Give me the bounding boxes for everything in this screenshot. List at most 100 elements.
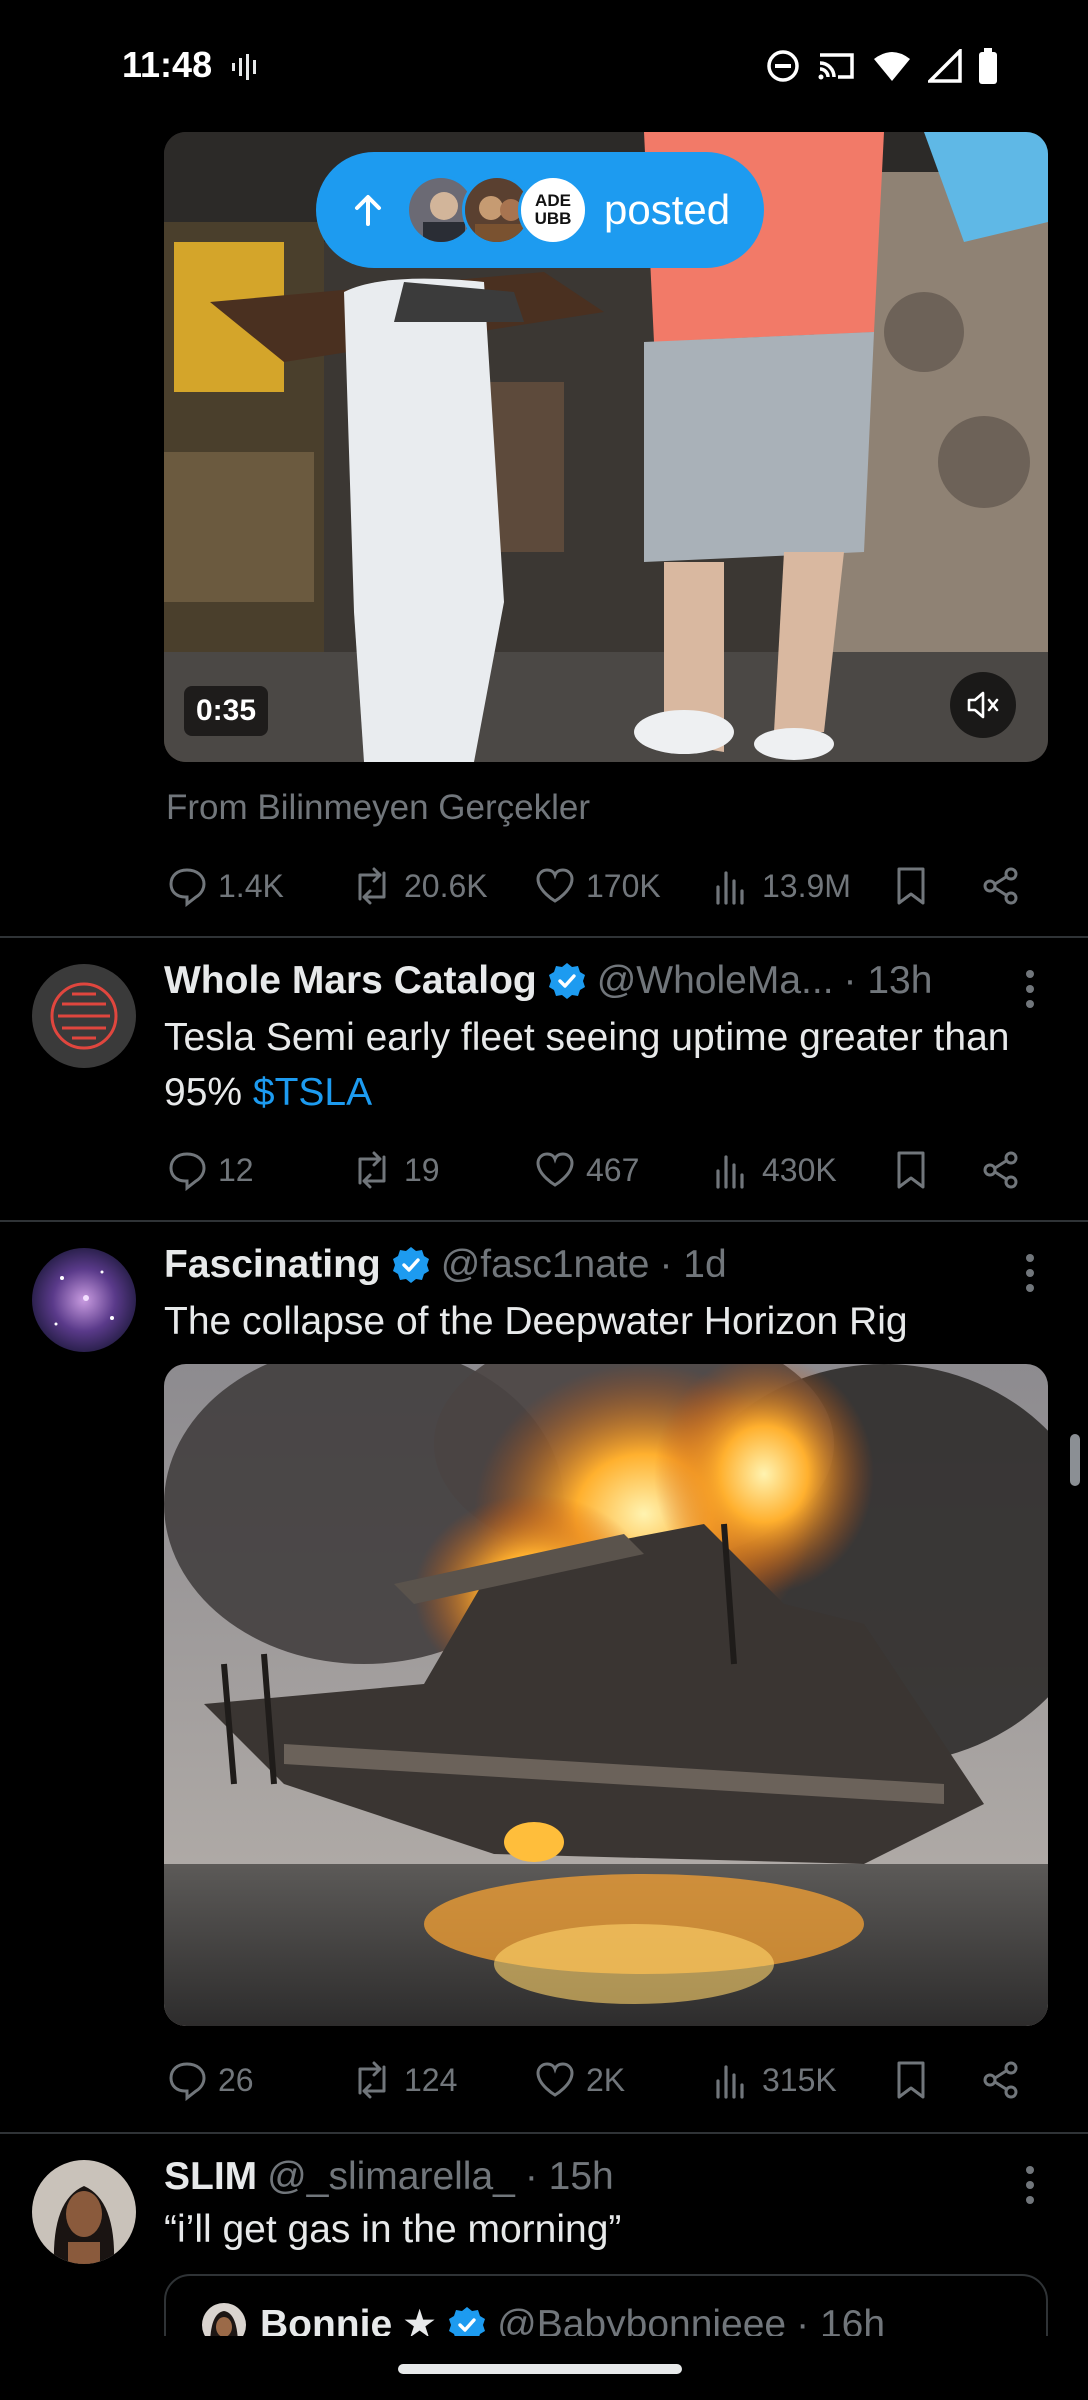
share-icon [983, 2061, 1018, 2099]
share-button[interactable] [980, 1140, 1022, 1200]
tweet-header: SLIM @_slimarella_ · 15h [164, 2152, 614, 2202]
author-name[interactable]: SLIM [164, 2155, 257, 2199]
like-button[interactable]: 467 [534, 1140, 639, 1200]
repost-button[interactable]: 20.6K [350, 856, 488, 916]
more-options-button[interactable] [1024, 1254, 1036, 1292]
tweet-time: · 13h [843, 959, 933, 1002]
views-button[interactable]: 315K [712, 2050, 837, 2110]
verified-badge-icon [548, 963, 585, 999]
arrow-up-icon [355, 195, 381, 226]
bookmark-button[interactable] [892, 1140, 930, 1200]
video-source[interactable]: From Bilinmeyen Gerçekler [166, 788, 590, 828]
views-icon [716, 2065, 744, 2099]
tweet-actions: 26 124 2K 315K [0, 2050, 1088, 2110]
repost-icon [358, 1151, 386, 1189]
repost-count: 20.6K [404, 867, 488, 904]
like-count: 2K [586, 2061, 626, 2098]
volume-muted-icon [967, 691, 999, 719]
avatar[interactable] [32, 964, 136, 1068]
verified-badge-icon [392, 1247, 429, 1283]
reply-icon [169, 2062, 206, 2101]
views-button[interactable]: 430K [712, 1140, 837, 1200]
tweet-header: Whole Mars Catalog @WholeMa... · 13h [164, 956, 932, 1006]
more-dot [1026, 2166, 1034, 2174]
more-dot [1026, 1284, 1034, 1292]
like-button[interactable]: 170K [534, 856, 661, 916]
status-time: 11:48 [122, 44, 213, 85]
status-icons [766, 48, 998, 84]
posted-label: posted [604, 186, 731, 233]
deepwater-horizon-photo [164, 1364, 1048, 2026]
bookmark-icon [897, 867, 925, 905]
like-button[interactable]: 2K [534, 2050, 625, 2110]
divider [0, 936, 1088, 938]
cashtag-link[interactable]: $TSLA [253, 1071, 372, 1114]
status-bar: 11:48 [0, 0, 1088, 130]
tweet-text: Tesla Semi early fleet seeing uptime gre… [164, 1010, 1044, 1120]
author-handle[interactable]: @fasc1nate [441, 1243, 650, 1287]
bookmark-button[interactable] [892, 856, 930, 916]
repost-button[interactable]: 124 [350, 2050, 457, 2110]
like-count: 467 [586, 1151, 640, 1188]
more-options-button[interactable] [1024, 970, 1036, 1008]
reply-button[interactable]: 12 [166, 1140, 254, 1200]
scrollbar-thumb[interactable] [1070, 1434, 1080, 1486]
reply-icon [169, 1152, 206, 1191]
repost-icon [358, 2061, 386, 2099]
reply-button[interactable]: 1.4K [166, 856, 284, 916]
more-dot [1026, 1269, 1034, 1277]
views-icon [716, 871, 744, 905]
tweet-text: “i’ll get gas in the morning” [164, 2208, 622, 2251]
more-dot [1026, 985, 1034, 993]
new-posts-pill[interactable]: ADE UBB posted [316, 152, 764, 268]
do-not-disturb-icon [767, 50, 799, 82]
divider [0, 1220, 1088, 1222]
pill-avatar-logo: ADE UBB [534, 191, 572, 228]
divider [0, 2132, 1088, 2134]
author-name[interactable]: Fascinating [164, 1243, 381, 1287]
pill-avatar: ADE UBB [518, 175, 588, 245]
mute-button[interactable] [950, 672, 1016, 738]
views-icon [716, 1155, 744, 1189]
reply-count: 12 [218, 1151, 254, 1188]
repost-icon [358, 867, 386, 905]
bookmark-button[interactable] [892, 2050, 930, 2110]
audio-wave-icon [232, 54, 256, 80]
share-button[interactable] [980, 2050, 1022, 2110]
wifi-icon [874, 52, 910, 81]
tweet-text: The collapse of the Deepwater Horizon Ri… [164, 1300, 908, 1343]
avatar[interactable] [32, 2160, 136, 2264]
author-handle[interactable]: @WholeMa... [597, 959, 834, 1003]
tweet-time: · 15h [524, 2155, 614, 2198]
author-handle[interactable]: @_slimarella_ [267, 2155, 515, 2199]
repost-count: 19 [404, 1151, 440, 1188]
video-duration: 0:35 [184, 686, 269, 736]
tweet-image[interactable] [164, 1364, 1048, 2026]
signal-icon [928, 49, 962, 83]
author-name[interactable]: Whole Mars Catalog [164, 959, 537, 1003]
heart-icon [536, 1152, 574, 1187]
views-count: 315K [762, 2061, 837, 2098]
repost-count: 124 [404, 2061, 458, 2098]
views-button[interactable]: 13.9M [712, 856, 851, 916]
like-count: 170K [586, 867, 661, 904]
avatar[interactable] [32, 1248, 136, 1352]
more-dot [1026, 1000, 1034, 1008]
home-indicator[interactable] [398, 2364, 682, 2374]
more-options-button[interactable] [1024, 2166, 1036, 2204]
share-button[interactable] [980, 856, 1022, 916]
pill-avatars: ADE UBB [406, 175, 588, 245]
reply-count: 26 [218, 2061, 254, 2098]
reply-button[interactable]: 26 [166, 2050, 254, 2110]
bookmark-icon [897, 2061, 925, 2099]
repost-button[interactable]: 19 [350, 1140, 440, 1200]
share-icon [983, 867, 1018, 905]
tweet-actions: 1.4K 20.6K 170K 13.9M [0, 856, 1088, 916]
cast-icon [818, 53, 854, 80]
reply-icon [169, 868, 206, 907]
battery-icon [979, 48, 997, 84]
heart-icon [536, 2062, 574, 2097]
more-dot [1026, 970, 1034, 978]
reply-count: 1.4K [218, 867, 284, 904]
views-count: 430K [762, 1151, 837, 1188]
